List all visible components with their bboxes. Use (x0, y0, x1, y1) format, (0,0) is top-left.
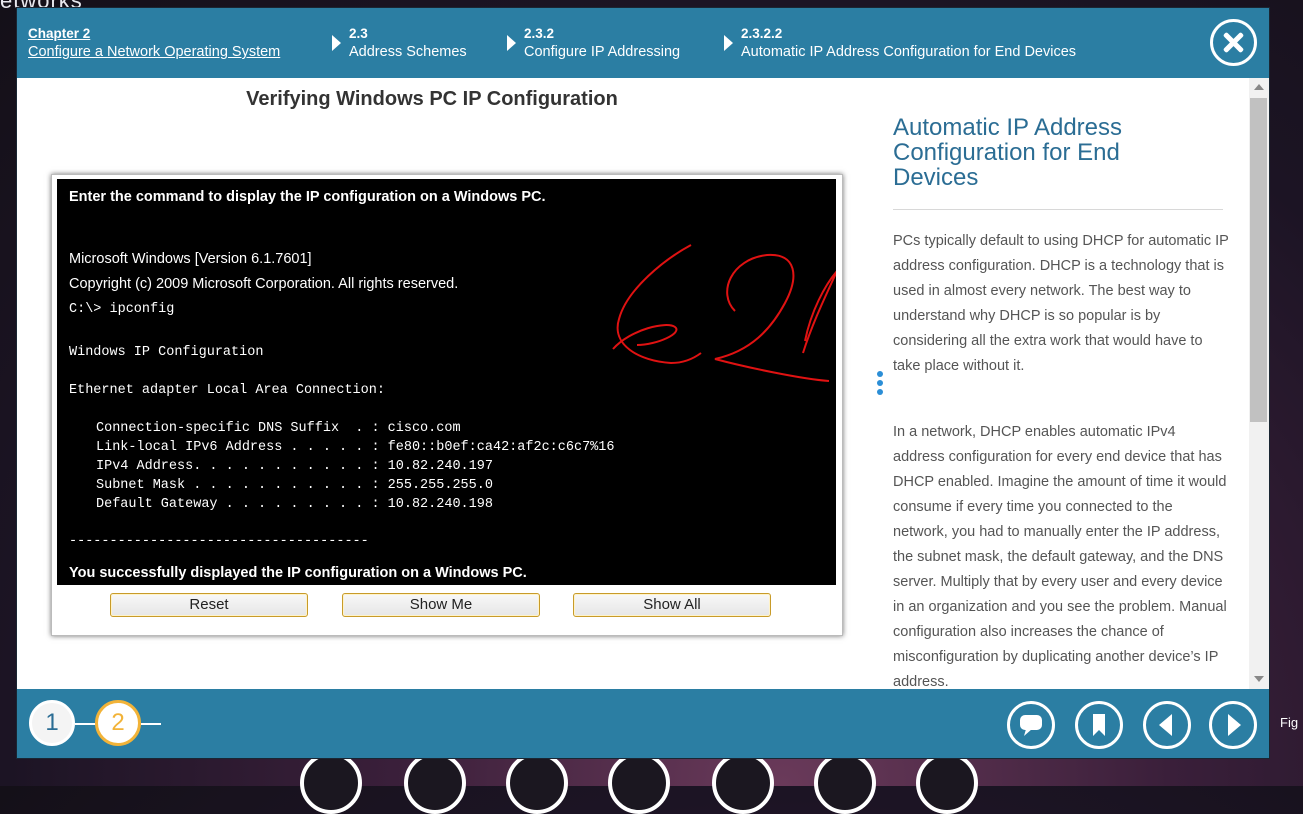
show-me-button[interactable]: Show Me (342, 593, 540, 617)
breadcrumb-subsection[interactable]: 2.3.2 Configure IP Addressing (507, 25, 681, 61)
side-divider (893, 209, 1223, 210)
background-side-label: Fig (1280, 715, 1299, 730)
section-number: 2.3 (349, 26, 368, 41)
subsection-number: 2.3.2 (524, 26, 555, 41)
topic-number: 2.3.2.2 (741, 26, 783, 41)
terminal-line-mask: Subnet Mask . . . . . . . . . . . : 255.… (96, 478, 493, 493)
figure-2-button[interactable]: 2 (95, 700, 141, 746)
arrow-left-icon (1159, 714, 1172, 736)
side-title: Automatic IP Address Configuration for E… (893, 114, 1123, 191)
next-button[interactable] (1209, 701, 1257, 749)
terminal-copyright: Copyright (c) 2009 Microsoft Corporation… (69, 276, 459, 292)
terminal-line-ipv6: Link-local IPv6 Address . . . . . : fe80… (96, 440, 615, 455)
caret-right-icon (507, 35, 516, 51)
breadcrumb-section[interactable]: 2.3 Address Schemes (332, 25, 467, 61)
topic-title: Automatic IP Address Configuration for E… (741, 44, 1077, 60)
subsection-title: Configure IP Addressing (524, 44, 681, 60)
bookmark-button[interactable] (1075, 701, 1123, 749)
figure-connector-line (141, 723, 161, 725)
bookmark-icon (1093, 714, 1105, 736)
breadcrumb-chapter[interactable]: Chapter 2 Configure a Network Operating … (28, 25, 280, 61)
side-paragraph-2: In a network, DHCP enables automatic IPv… (893, 424, 1227, 689)
terminal-line-gateway: Default Gateway . . . . . . . . . : 10.8… (96, 497, 493, 512)
terminal-line-dns: Connection-specific DNS Suffix . : cisco… (96, 421, 461, 436)
figure-connector-line (75, 723, 97, 725)
terminal-adapter: Ethernet adapter Local Area Connection: (69, 383, 385, 398)
figure-title: Verifying Windows PC IP Configuration (246, 88, 618, 110)
red-handwriting-annotation (612, 244, 836, 382)
caret-right-icon (724, 35, 733, 51)
scrollbar-thumb[interactable] (1250, 98, 1267, 422)
caret-right-icon (332, 35, 341, 51)
comment-button[interactable] (1007, 701, 1055, 749)
course-window: Chapter 2 Configure a Network Operating … (16, 7, 1270, 759)
terminal-os-version: Microsoft Windows [Version 6.1.7601] (69, 251, 312, 267)
close-button[interactable] (1210, 19, 1257, 66)
scroll-down-arrow-icon[interactable] (1254, 676, 1264, 682)
search-icon[interactable] (608, 752, 670, 814)
chapter-title[interactable]: Configure a Network Operating System (28, 43, 280, 61)
speech-bubble-icon (1020, 715, 1042, 736)
section-title: Address Schemes (349, 44, 467, 60)
figure-1-button[interactable]: 1 (29, 700, 75, 746)
breadcrumb: Chapter 2 Configure a Network Operating … (17, 8, 1269, 78)
terminal-success: You successfully displayed the IP config… (69, 565, 527, 581)
side-paragraph-1: PCs typically default to using DHCP for … (893, 233, 1229, 374)
figure-panel: Enter the command to display the IP conf… (51, 174, 843, 636)
terminal-screen[interactable]: Enter the command to display the IP conf… (57, 179, 836, 585)
show-all-button[interactable]: Show All (573, 593, 771, 617)
apps-grid-icon[interactable] (814, 752, 876, 814)
reset-button[interactable]: Reset (110, 593, 308, 617)
bookmark-icon[interactable] (404, 752, 466, 814)
terminal-line-ipv4: IPv4 Address. . . . . . . . . . . : 10.8… (96, 459, 493, 474)
chapter-number[interactable]: Chapter 2 (28, 25, 280, 43)
previous-button[interactable] (1143, 701, 1191, 749)
terminal-instruction: Enter the command to display the IP conf… (69, 189, 546, 205)
scroll-up-arrow-icon[interactable] (1254, 84, 1264, 90)
terminal-ip-header: Windows IP Configuration (69, 345, 264, 360)
footer-bar: 1 2 (17, 689, 1269, 758)
terminal-separator: ------------------------------------- (69, 534, 369, 549)
book-icon[interactable] (300, 752, 362, 814)
terminal-prompt: C:\> ipconfig (69, 302, 175, 317)
help-icon[interactable] (916, 752, 978, 814)
globe-icon[interactable] (712, 752, 774, 814)
breadcrumb-topic[interactable]: 2.3.2.2 Automatic IP Address Configurati… (724, 25, 1077, 61)
pane-resize-handle[interactable] (877, 371, 883, 398)
menu-icon[interactable] (506, 752, 568, 814)
arrow-right-icon (1228, 714, 1241, 736)
content-area: Verifying Windows PC IP Configuration En… (17, 78, 1255, 689)
